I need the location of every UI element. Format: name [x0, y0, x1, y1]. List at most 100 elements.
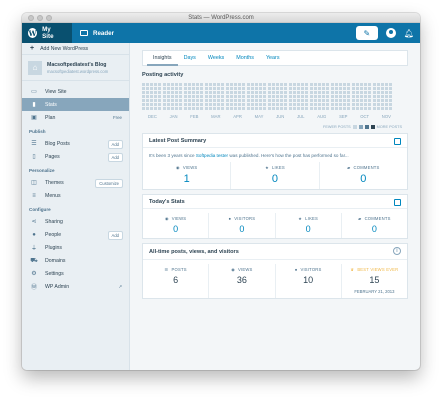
open-icon[interactable]	[394, 138, 401, 145]
heatmap-day-cell[interactable]	[200, 99, 203, 102]
heatmap-day-cell[interactable]	[301, 91, 304, 94]
heatmap-day-cell[interactable]	[356, 95, 359, 98]
heatmap-day-cell[interactable]	[242, 107, 245, 110]
heatmap-day-cell[interactable]	[347, 99, 350, 102]
heatmap-day-cell[interactable]	[205, 83, 208, 86]
heatmap-day-cell[interactable]	[146, 99, 149, 102]
heatmap-day-cell[interactable]	[200, 103, 203, 106]
sidebar-item-themes[interactable]: ◫ Themes Customize	[22, 176, 129, 189]
heatmap-day-cell[interactable]	[389, 91, 392, 94]
heatmap-day-cell[interactable]	[142, 99, 145, 102]
heatmap-day-cell[interactable]	[179, 99, 182, 102]
heatmap-day-cell[interactable]	[385, 103, 388, 106]
heatmap-day-cell[interactable]	[217, 107, 220, 110]
heatmap-day-cell[interactable]	[352, 83, 355, 86]
heatmap-day-cell[interactable]	[289, 83, 292, 86]
avatar-icon[interactable]	[385, 28, 396, 38]
heatmap-day-cell[interactable]	[234, 87, 237, 90]
heatmap-day-cell[interactable]	[368, 87, 371, 90]
heatmap-day-cell[interactable]	[297, 99, 300, 102]
heatmap-day-cell[interactable]	[221, 95, 224, 98]
heatmap-day-cell[interactable]	[293, 87, 296, 90]
heatmap-day-cell[interactable]	[331, 87, 334, 90]
heatmap-day-cell[interactable]	[226, 103, 229, 106]
heatmap-day-cell[interactable]	[301, 87, 304, 90]
heatmap-day-cell[interactable]	[352, 95, 355, 98]
heatmap-day-cell[interactable]	[305, 107, 308, 110]
heatmap-day-cell[interactable]	[318, 107, 321, 110]
heatmap-day-cell[interactable]	[326, 91, 329, 94]
heatmap-day-cell[interactable]	[171, 83, 174, 86]
heatmap-day-cell[interactable]	[322, 83, 325, 86]
write-post-button[interactable]: ✎	[355, 26, 378, 40]
heatmap-day-cell[interactable]	[276, 87, 279, 90]
heatmap-day-cell[interactable]	[389, 99, 392, 102]
heatmap-day-cell[interactable]	[301, 107, 304, 110]
sidebar-item-plugins[interactable]: ⏚ Plugins	[22, 241, 129, 254]
heatmap-day-cell[interactable]	[209, 83, 212, 86]
zoom-window-button[interactable]	[46, 15, 52, 21]
heatmap-day-cell[interactable]	[167, 83, 170, 86]
heatmap-day-cell[interactable]	[360, 95, 363, 98]
heatmap-day-cell[interactable]	[297, 91, 300, 94]
heatmap-day-cell[interactable]	[339, 99, 342, 102]
heatmap-day-cell[interactable]	[301, 95, 304, 98]
heatmap-day-cell[interactable]	[381, 87, 384, 90]
heatmap-day-cell[interactable]	[373, 103, 376, 106]
heatmap-day-cell[interactable]	[154, 95, 157, 98]
heatmap-day-cell[interactable]	[322, 107, 325, 110]
heatmap-day-cell[interactable]	[255, 87, 258, 90]
heatmap-day-cell[interactable]	[331, 103, 334, 106]
heatmap-day-cell[interactable]	[368, 91, 371, 94]
heatmap-day-cell[interactable]	[192, 87, 195, 90]
add-page-button[interactable]: Add	[107, 153, 123, 162]
today-views-stat[interactable]: ◉ VIEWS 0	[143, 213, 210, 238]
heatmap-day-cell[interactable]	[322, 95, 325, 98]
latest-comments-stat[interactable]: ▰ COMMENTS 0	[320, 162, 407, 189]
heatmap-day-cell[interactable]	[255, 99, 258, 102]
heatmap-day-cell[interactable]	[167, 107, 170, 110]
heatmap-day-cell[interactable]	[205, 87, 208, 90]
heatmap-day-cell[interactable]	[263, 87, 266, 90]
heatmap-day-cell[interactable]	[163, 83, 166, 86]
heatmap-day-cell[interactable]	[389, 95, 392, 98]
heatmap-day-cell[interactable]	[360, 103, 363, 106]
heatmap-day-cell[interactable]	[318, 83, 321, 86]
heatmap-day-cell[interactable]	[230, 99, 233, 102]
heatmap-day-cell[interactable]	[377, 91, 380, 94]
heatmap-day-cell[interactable]	[289, 99, 292, 102]
sidebar-item-pages[interactable]: ▯ Pages Add	[22, 150, 129, 163]
heatmap-day-cell[interactable]	[142, 103, 145, 106]
heatmap-day-cell[interactable]	[289, 95, 292, 98]
heatmap-day-cell[interactable]	[179, 91, 182, 94]
heatmap-day-cell[interactable]	[335, 99, 338, 102]
heatmap-day-cell[interactable]	[356, 107, 359, 110]
heatmap-day-cell[interactable]	[293, 91, 296, 94]
heatmap-day-cell[interactable]	[335, 107, 338, 110]
heatmap-day-cell[interactable]	[280, 107, 283, 110]
heatmap-day-cell[interactable]	[301, 99, 304, 102]
heatmap-day-cell[interactable]	[167, 99, 170, 102]
heatmap-day-cell[interactable]	[175, 99, 178, 102]
heatmap-day-cell[interactable]	[167, 95, 170, 98]
heatmap-day-cell[interactable]	[171, 99, 174, 102]
heatmap-day-cell[interactable]	[276, 91, 279, 94]
heatmap-day-cell[interactable]	[343, 107, 346, 110]
heatmap-day-cell[interactable]	[196, 103, 199, 106]
heatmap-day-cell[interactable]	[310, 99, 313, 102]
heatmap-day-cell[interactable]	[284, 103, 287, 106]
minimize-window-button[interactable]	[37, 15, 43, 21]
reader-button[interactable]: Reader	[72, 23, 122, 43]
heatmap-day-cell[interactable]	[188, 95, 191, 98]
heatmap-day-cell[interactable]	[318, 95, 321, 98]
heatmap-day-cell[interactable]	[289, 107, 292, 110]
heatmap-day-cell[interactable]	[238, 83, 241, 86]
heatmap-day-cell[interactable]	[175, 87, 178, 90]
heatmap-day-cell[interactable]	[184, 83, 187, 86]
close-window-button[interactable]	[28, 15, 34, 21]
heatmap-day-cell[interactable]	[297, 107, 300, 110]
heatmap-day-cell[interactable]	[188, 83, 191, 86]
heatmap-day-cell[interactable]	[385, 83, 388, 86]
heatmap-day-cell[interactable]	[352, 91, 355, 94]
heatmap-day-cell[interactable]	[314, 87, 317, 90]
